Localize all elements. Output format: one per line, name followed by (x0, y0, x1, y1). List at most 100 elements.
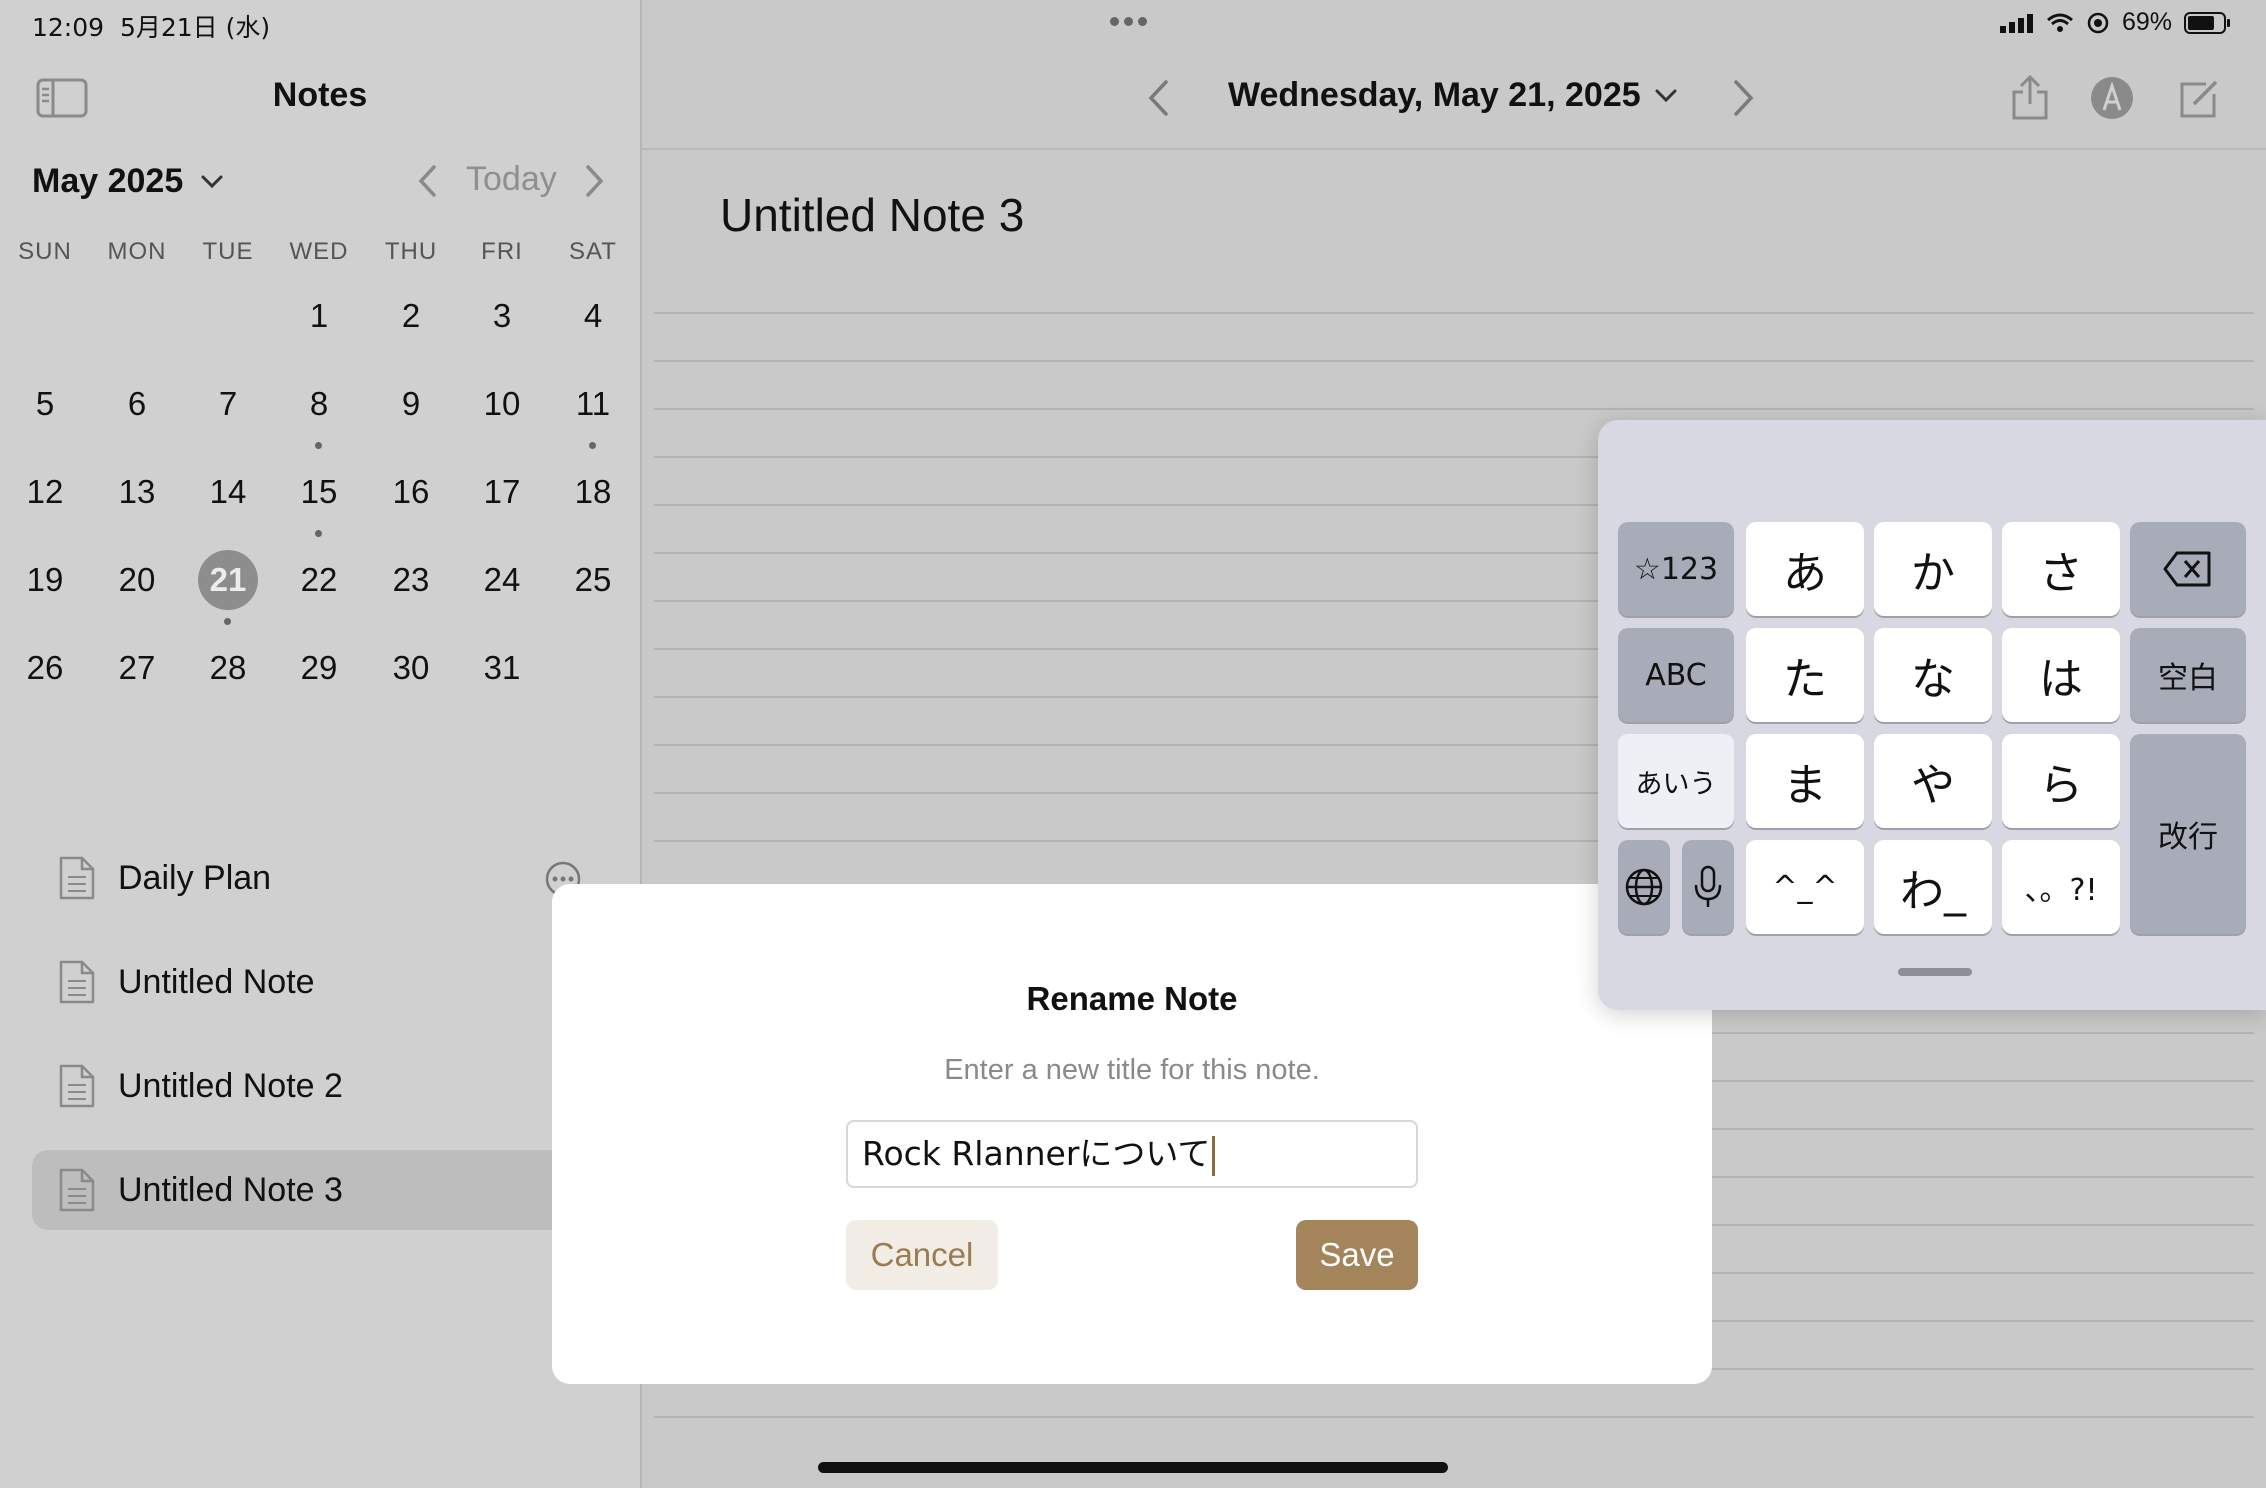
key-number-mode[interactable]: ☆123 (1618, 522, 1734, 616)
calendar-day-number: 27 (118, 649, 156, 686)
note-title-input[interactable]: Rock Rlannerについて (846, 1120, 1418, 1188)
calendar-day-number: 23 (392, 561, 430, 598)
key-punctuation[interactable]: 、。?! (2002, 840, 2120, 934)
calendar-day[interactable]: 2 (366, 286, 456, 346)
calendar-day[interactable]: 19 (0, 550, 90, 610)
calendar-day[interactable]: 6 (92, 374, 182, 434)
key-ma[interactable]: ま (1746, 734, 1864, 828)
delete-key[interactable] (2130, 522, 2246, 616)
weekday-label: SUN (18, 238, 72, 265)
markup-button[interactable] (2090, 76, 2134, 125)
dictation-key[interactable] (1682, 840, 1734, 934)
key-sa[interactable]: さ (2002, 522, 2120, 616)
calendar-day[interactable]: 28 (183, 638, 273, 698)
key-ya[interactable]: や (1874, 734, 1992, 828)
calendar-day[interactable]: 9 (366, 374, 456, 434)
weekday-label: THU (384, 238, 438, 265)
key-wa[interactable]: わ_ (1874, 840, 1992, 934)
calendar-day[interactable]: 27 (92, 638, 182, 698)
calendar-day-number: 6 (127, 385, 147, 422)
cancel-button[interactable]: Cancel (846, 1220, 998, 1290)
key-ra[interactable]: ら (2002, 734, 2120, 828)
calendar-day-number: 25 (574, 561, 612, 598)
document-icon (59, 960, 95, 1004)
editor-toolbar: Wednesday, May 21, 2025 (642, 48, 2266, 150)
prev-month-button[interactable] (416, 164, 438, 203)
next-day-button[interactable] (1732, 78, 1756, 123)
calendar-day[interactable]: 14 (183, 462, 273, 522)
document-icon (59, 1168, 95, 1212)
calendar-day[interactable]: 21 (183, 550, 273, 610)
save-button[interactable]: Save (1296, 1220, 1418, 1290)
calendar-day[interactable]: 5 (0, 374, 90, 434)
calendar-day[interactable]: 30 (366, 638, 456, 698)
chevron-left-icon (1148, 80, 1168, 116)
calendar-day[interactable]: 22 (274, 550, 364, 610)
calendar-day[interactable]: 24 (457, 550, 547, 610)
home-indicator[interactable] (818, 1462, 1448, 1473)
calendar-day[interactable]: 15 (274, 462, 364, 522)
keyboard-drag-handle[interactable] (1898, 968, 1972, 976)
key-space[interactable]: 空白 (2130, 628, 2246, 722)
calendar-day[interactable]: 4 (548, 286, 638, 346)
note-indicator-dot (315, 442, 322, 449)
battery-percent: 69% (2121, 8, 2172, 36)
japanese-keyboard: ☆123 あ か さ ABC た な は 空白 あいう ま や ら 改行 ^_^… (1598, 420, 2266, 1010)
calendar-day-number: 24 (483, 561, 521, 598)
calendar-day-number: 1 (309, 297, 329, 334)
key-na[interactable]: な (1874, 628, 1992, 722)
calendar-day[interactable]: 3 (457, 286, 547, 346)
calendar-day-number: 11 (575, 385, 611, 422)
key-ta[interactable]: た (1746, 628, 1864, 722)
key-return[interactable]: 改行 (2130, 734, 2246, 934)
globe-key[interactable] (1618, 840, 1670, 934)
note-title[interactable]: Untitled Note 3 (720, 188, 1024, 242)
sidebar-title: Notes (272, 76, 368, 114)
next-month-button[interactable] (584, 164, 606, 203)
calendar-day[interactable]: 20 (92, 550, 182, 610)
prev-day-button[interactable] (1146, 78, 1170, 123)
calendar-day-number: 29 (300, 649, 338, 686)
calendar-day[interactable]: 31 (457, 638, 547, 698)
calendar-day-number: 19 (26, 561, 64, 598)
calendar-day[interactable]: 13 (92, 462, 182, 522)
key-a[interactable]: あ (1746, 522, 1864, 616)
note-line (654, 312, 2254, 314)
calendar-day-number: 4 (583, 297, 603, 334)
calendar-day[interactable]: 18 (548, 462, 638, 522)
calendar-day[interactable]: 29 (274, 638, 364, 698)
wifi-icon (2046, 13, 2073, 32)
key-abc[interactable]: ABC (1618, 628, 1734, 722)
rename-dialog: Rename Note Enter a new title for this n… (552, 884, 1712, 1384)
calendar-day[interactable]: 11 (548, 374, 638, 434)
calendar-day[interactable]: 1 (274, 286, 364, 346)
calendar-day-number: 7 (218, 385, 238, 422)
calendar-day[interactable]: 23 (366, 550, 456, 610)
today-button[interactable]: Today (466, 160, 557, 199)
compose-button[interactable] (2176, 78, 2220, 127)
calendar-day-number: 9 (401, 385, 421, 422)
calendar-day[interactable]: 10 (457, 374, 547, 434)
calendar-day[interactable]: 7 (183, 374, 273, 434)
key-ka[interactable]: か (1874, 522, 1992, 616)
calendar-day[interactable]: 12 (0, 462, 90, 522)
key-emoticon[interactable]: ^_^ (1746, 840, 1864, 934)
calendar-day[interactable]: 16 (366, 462, 456, 522)
key-ha[interactable]: は (2002, 628, 2120, 722)
key-kana-mode[interactable]: あいう (1618, 734, 1734, 828)
calendar-day[interactable]: 17 (457, 462, 547, 522)
note-indicator-dot (315, 530, 322, 537)
weekday-label: SAT (569, 238, 617, 265)
calendar-day-number: 21 (198, 550, 258, 610)
calendar-day-number: 26 (26, 649, 64, 686)
date-picker[interactable]: Wednesday, May 21, 2025 (1228, 76, 1677, 115)
calendar-day-number: 2 (401, 297, 421, 334)
share-button[interactable] (2010, 72, 2050, 127)
calendar-day[interactable]: 25 (548, 550, 638, 610)
calendar-day-number: 10 (483, 385, 521, 422)
calendar-day[interactable]: 8 (274, 374, 364, 434)
month-picker[interactable]: May 2025 (32, 162, 223, 201)
chevron-left-icon (418, 165, 436, 197)
multitasking-dots-icon[interactable] (1110, 13, 1152, 31)
calendar-day[interactable]: 26 (0, 638, 90, 698)
